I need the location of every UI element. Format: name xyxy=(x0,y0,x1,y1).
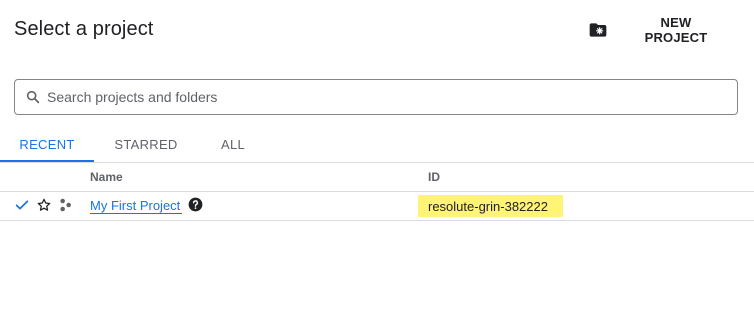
column-header-name: Name xyxy=(90,170,123,184)
checkmark-icon xyxy=(14,197,30,213)
search-icon xyxy=(25,89,41,105)
row-icons xyxy=(14,197,74,213)
tabs-divider xyxy=(0,162,754,163)
table-row[interactable]: My First Project resolute-grin-382222 xyxy=(0,192,754,220)
project-name-link[interactable]: My First Project xyxy=(90,198,183,214)
search-box[interactable] xyxy=(14,79,738,115)
tab-starred[interactable]: STARRED xyxy=(100,126,192,162)
dialog-title: Select a project xyxy=(14,18,154,40)
tab-recent[interactable]: RECENT xyxy=(0,126,94,162)
project-id: resolute-grin-382222 xyxy=(418,195,563,217)
tab-bar: RECENT STARRED ALL xyxy=(0,126,754,162)
new-project-button[interactable]: NEW PROJECT xyxy=(580,12,730,48)
help-icon[interactable] xyxy=(188,197,203,212)
column-header-id: ID xyxy=(428,170,440,184)
new-project-label: NEW PROJECT xyxy=(644,15,708,45)
star-icon[interactable] xyxy=(36,197,52,213)
project-hierarchy-icon xyxy=(58,197,74,213)
search-input[interactable] xyxy=(47,89,737,105)
select-project-dialog: Select a project NEW PROJECT RECENT STAR… xyxy=(0,0,754,331)
tab-all[interactable]: ALL xyxy=(198,126,268,162)
new-folder-icon xyxy=(588,20,608,40)
row-divider xyxy=(0,220,754,221)
